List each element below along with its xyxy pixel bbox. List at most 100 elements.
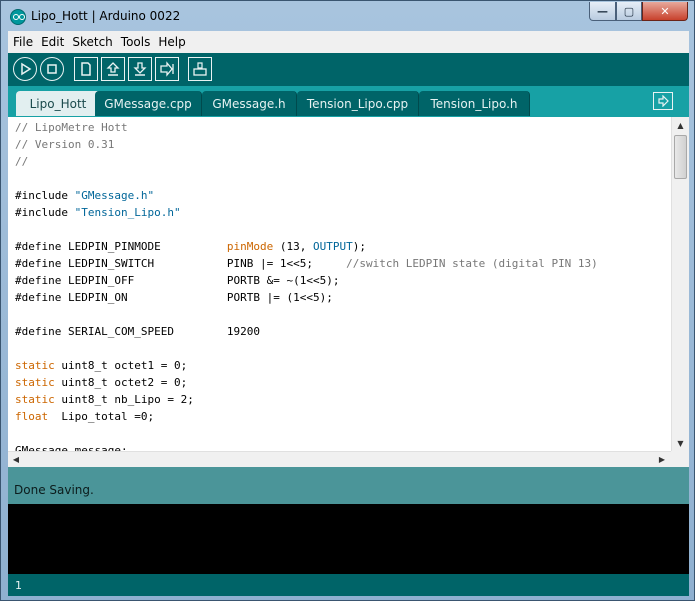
arduino-window: Lipo_Hott | Arduino 0022 — ▢ ✕ File Edit… [0, 0, 695, 601]
code-token: uint8_t octet1 = 0; [54, 359, 188, 372]
code-token: static [15, 393, 55, 406]
new-button[interactable] [74, 57, 98, 81]
menu-file[interactable]: File [10, 35, 38, 49]
code-token: #include [15, 189, 75, 202]
code-line: #define LEDPIN_OFF PORTB &= ~(1<<5); [15, 272, 671, 289]
horizontal-scrollbar[interactable]: ◀ ▶ [8, 451, 671, 467]
code-line: #define LEDPIN_SWITCH PINB |= 1<<5; //sw… [15, 255, 671, 272]
code-line: // Version 0.31 [15, 136, 671, 153]
code-token: // [15, 155, 29, 168]
vertical-scrollbar[interactable]: ▲ ▼ [671, 117, 689, 451]
tab-bar: Lipo_Hott GMessage.cpp GMessage.h Tensio… [8, 86, 689, 117]
minimize-icon: — [597, 4, 608, 18]
close-button[interactable]: ✕ [642, 2, 688, 21]
minimize-button[interactable]: — [589, 2, 616, 21]
scroll-right-icon[interactable]: ▶ [654, 452, 670, 467]
open-icon [106, 62, 120, 76]
code-line: #define LEDPIN_PINMODE pinMode (13, OUTP… [15, 238, 671, 255]
arrow-right-icon [658, 95, 669, 107]
menu-edit[interactable]: Edit [38, 35, 69, 49]
code-token: OUTPUT [313, 240, 353, 253]
code-line: static uint8_t octet2 = 0; [15, 374, 671, 391]
tab-tension-lipo-cpp[interactable]: Tension_Lipo.cpp [297, 91, 419, 116]
code-token: //switch LEDPIN state (digital PIN 13) [346, 257, 598, 270]
scroll-up-icon[interactable]: ▲ [672, 117, 689, 133]
vertical-scroll-thumb[interactable] [674, 135, 687, 179]
stop-button[interactable] [40, 57, 64, 81]
status-message: Done Saving. [14, 483, 94, 497]
code-line: #define SERIAL_COM_SPEED 19200 [15, 323, 671, 340]
code-editor[interactable]: // LipoMetre Hott // Version 0.31 // #inclu… [8, 117, 689, 467]
scrollbar-corner [671, 451, 689, 467]
code-line: GMessage message; [15, 442, 671, 451]
toolbar [8, 53, 689, 86]
menu-help[interactable]: Help [155, 35, 190, 49]
code-line: #define LEDPIN_ON PORTB |= (1<<5); [15, 289, 671, 306]
save-icon [133, 62, 147, 76]
close-icon: ✕ [660, 4, 670, 18]
save-button[interactable] [128, 57, 152, 81]
tab-lipo-hott[interactable]: Lipo_Hott [16, 91, 101, 116]
code-token: pinMode [226, 240, 274, 253]
maximize-button[interactable]: ▢ [616, 2, 642, 21]
verify-button[interactable] [13, 57, 37, 81]
arduino-app-icon [10, 9, 26, 25]
code-token: float [15, 410, 49, 423]
code-token: "GMessage.h" [74, 189, 155, 202]
code-token: #define LEDPIN_OFF PORTB &= ~(1<<5); [15, 274, 340, 287]
menu-tools[interactable]: Tools [118, 35, 156, 49]
code-line: static uint8_t octet1 = 0; [15, 357, 671, 374]
upload-icon [160, 61, 174, 77]
code-line: static uint8_t nb_Lipo = 2; [15, 391, 671, 408]
code-line: // LipoMetre Hott [15, 119, 671, 136]
play-icon [21, 62, 32, 76]
status-bar: Done Saving. [8, 467, 689, 504]
line-number-bar: 1 [8, 574, 689, 596]
code-token: #include [15, 206, 75, 219]
code-token: // Version 0.31 [15, 138, 115, 151]
window-title: Lipo_Hott | Arduino 0022 [31, 9, 181, 23]
code-token: ); [352, 240, 367, 253]
code-token: uint8_t octet2 = 0; [54, 376, 188, 389]
open-button[interactable] [101, 57, 125, 81]
new-file-icon [81, 62, 91, 76]
upload-button[interactable] [155, 57, 179, 81]
tab-menu-button[interactable] [653, 92, 673, 110]
tab-gmessage-h[interactable]: GMessage.h [202, 91, 297, 116]
tab-tension-lipo-h[interactable]: Tension_Lipo.h [419, 91, 530, 116]
code-line: // [15, 153, 671, 170]
code-token: Lipo_total =0; [48, 410, 155, 423]
code-text-area[interactable]: // LipoMetre Hott // Version 0.31 // #inclu… [8, 117, 671, 451]
code-token: #define LEDPIN_ON PORTB |= (1<<5); [15, 291, 333, 304]
title-bar[interactable]: Lipo_Hott | Arduino 0022 — ▢ ✕ [1, 1, 694, 31]
code-line: #include "Tension_Lipo.h" [15, 204, 671, 221]
scroll-down-icon[interactable]: ▼ [672, 435, 689, 451]
code-line: float Lipo_total =0; [15, 408, 671, 425]
line-number: 1 [15, 579, 22, 592]
menu-sketch[interactable]: Sketch [69, 35, 117, 49]
maximize-icon: ▢ [623, 4, 635, 18]
code-token: #define LEDPIN_SWITCH PINB |= 1<<5; [15, 257, 347, 270]
code-token: static [15, 376, 55, 389]
code-token: // LipoMetre Hott [15, 121, 128, 134]
code-token: #define LEDPIN_PINMODE [15, 240, 227, 253]
code-line: #include "GMessage.h" [15, 187, 671, 204]
console-output[interactable] [8, 504, 689, 574]
scroll-left-icon[interactable]: ◀ [8, 452, 24, 467]
code-token: static [15, 359, 55, 372]
code-token: uint8_t nb_Lipo = 2; [54, 393, 194, 406]
stop-icon [47, 64, 57, 74]
tab-gmessage-cpp[interactable]: GMessage.cpp [95, 91, 202, 116]
menu-bar: File Edit Sketch Tools Help [8, 31, 689, 53]
code-token: GMessage message; [15, 444, 128, 451]
serial-monitor-toolbar-button[interactable] [188, 57, 212, 81]
code-token: #define SERIAL_COM_SPEED 19200 [15, 325, 261, 338]
code-token: (13, [273, 240, 314, 253]
code-token: "Tension_Lipo.h" [74, 206, 181, 219]
serial-monitor-icon [193, 62, 207, 76]
